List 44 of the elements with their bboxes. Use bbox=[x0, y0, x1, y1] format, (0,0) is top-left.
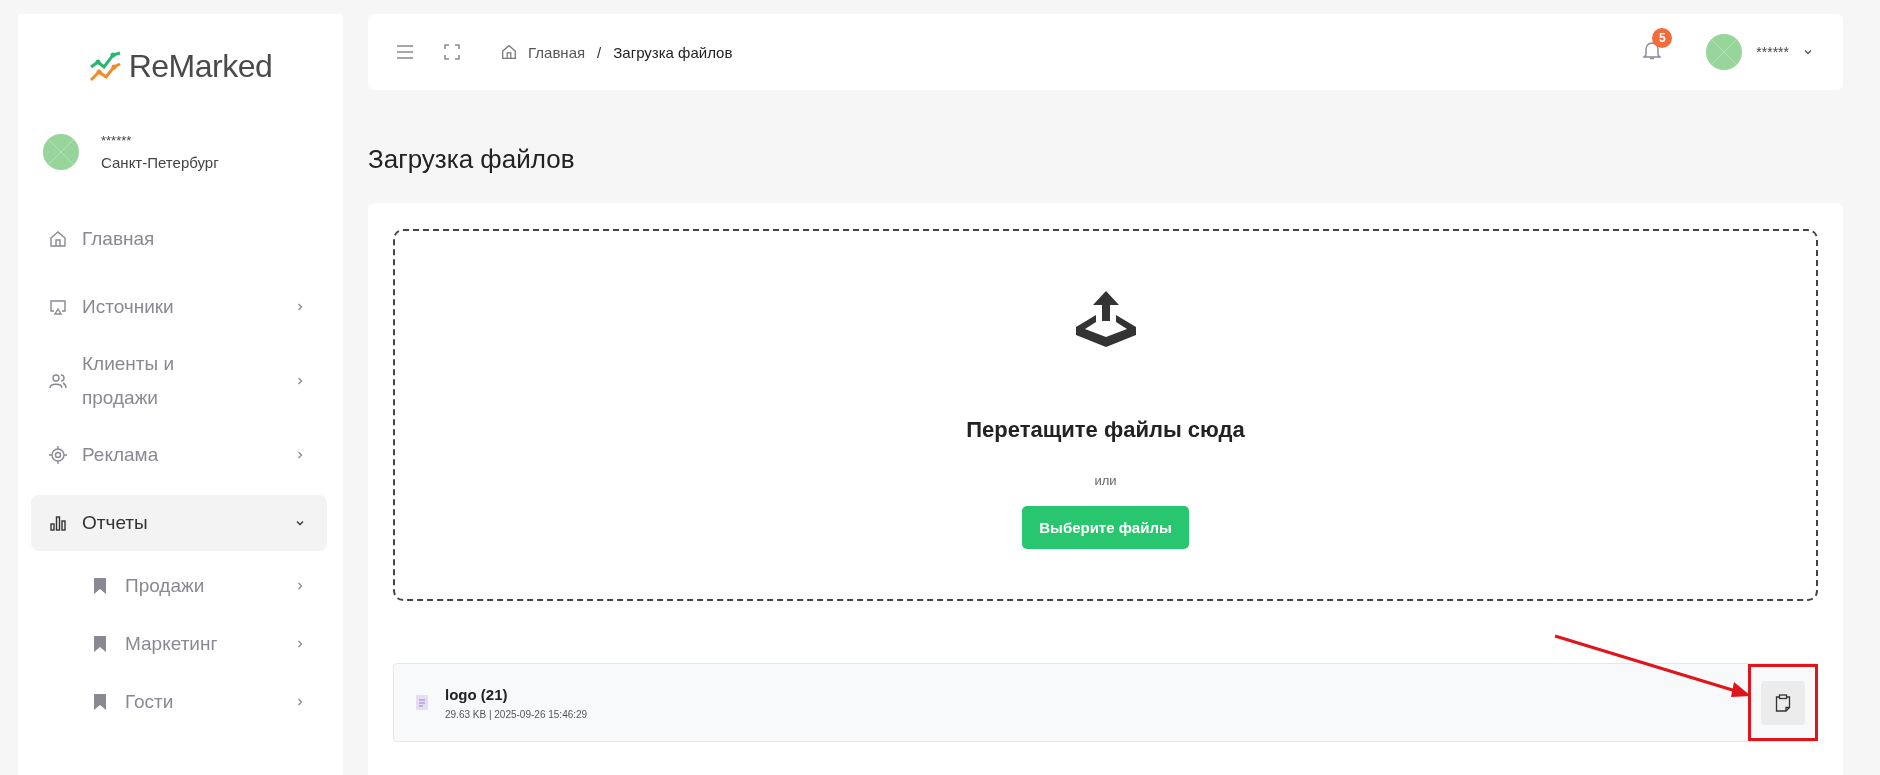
fullscreen-icon[interactable] bbox=[444, 44, 460, 60]
clipboard-icon bbox=[1775, 693, 1791, 712]
breadcrumb-separator: / bbox=[597, 43, 602, 61]
nav-item[interactable]: Источники bbox=[31, 279, 327, 335]
chevron-down-icon[interactable] bbox=[1803, 47, 1813, 57]
menu-icon[interactable] bbox=[396, 45, 414, 59]
nav-subitem[interactable]: Гости bbox=[31, 679, 327, 725]
house-icon bbox=[48, 229, 68, 249]
avatar-icon bbox=[43, 134, 79, 170]
chevron-right-icon bbox=[295, 697, 305, 707]
bookmark-icon bbox=[93, 693, 107, 711]
bar-chart-icon bbox=[48, 513, 68, 533]
bookmark-icon bbox=[93, 635, 107, 653]
logo-text: ReMarked bbox=[128, 48, 273, 85]
users-icon bbox=[48, 371, 68, 391]
house-icon bbox=[500, 43, 518, 61]
breadcrumb-link[interactable]: Главная bbox=[528, 43, 586, 61]
chevron-right-icon bbox=[295, 581, 305, 591]
user-city: Санкт-Петербург bbox=[101, 154, 219, 171]
nav-item[interactable]: Реклама bbox=[31, 427, 327, 483]
target-icon bbox=[48, 445, 68, 465]
upload-tray-icon bbox=[1074, 291, 1137, 349]
bell-icon[interactable] bbox=[1643, 40, 1662, 60]
nav-subitem[interactable]: Продажи bbox=[31, 563, 327, 609]
nav-subitem[interactable]: Маркетинг bbox=[31, 621, 327, 667]
chart-line-logo-icon bbox=[88, 49, 123, 84]
chevron-right-icon bbox=[295, 639, 305, 649]
notification-badge: 5 bbox=[1652, 28, 1673, 48]
user-name: ****** bbox=[101, 133, 133, 148]
dropzone[interactable]: Перетащите файлы сюда или Выберите файлы bbox=[393, 229, 1818, 601]
bookmark-icon bbox=[93, 577, 107, 595]
choose-files-button[interactable]: Выберите файлы bbox=[1022, 506, 1189, 549]
monitor-icon bbox=[48, 297, 68, 317]
document-icon bbox=[416, 695, 428, 710]
file-meta: 29.63 KB | 2025-09-26 15:46:29 bbox=[445, 708, 588, 720]
file-name: logo (21) bbox=[445, 685, 509, 703]
page-title: Загрузка файлов bbox=[368, 144, 576, 175]
user-name[interactable]: ****** bbox=[1756, 44, 1789, 60]
nav-item[interactable]: Отчеты bbox=[31, 495, 327, 551]
nav-item[interactable]: Клиенты и продажи bbox=[31, 347, 327, 415]
nav-item[interactable]: Главная bbox=[31, 211, 327, 267]
copy-button[interactable] bbox=[1761, 680, 1805, 725]
dropzone-title: Перетащите файлы сюда bbox=[966, 417, 1245, 443]
or-text: или bbox=[1094, 473, 1117, 488]
